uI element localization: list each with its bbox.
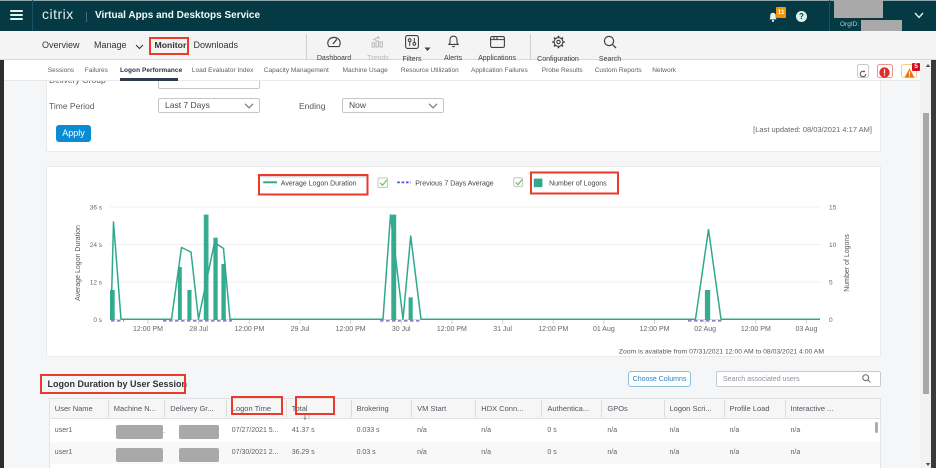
svg-text:12 s: 12 s [90,280,103,287]
svg-text:12:00 PM: 12:00 PM [741,326,771,333]
svg-text:31 Jul: 31 Jul [493,326,512,333]
svg-text:Average Logon Duration: Average Logon Duration [281,181,357,188]
svg-text:Zoom is available from 07/31/2: Zoom is available from 07/31/2021 12:00 … [619,349,825,356]
svg-text:12:00 PM: 12:00 PM [437,326,467,333]
svg-text:15: 15 [829,205,837,212]
svg-text:Number of Logons: Number of Logons [844,234,851,292]
svg-text:02 Aug: 02 Aug [694,326,716,333]
svg-text:03 Aug: 03 Aug [796,326,818,333]
svg-text:29 Jul: 29 Jul [291,326,310,333]
svg-text:Average Logon Duration: Average Logon Duration [75,225,82,301]
svg-text:36 s: 36 s [90,205,103,212]
svg-text:0 s: 0 s [93,317,102,324]
svg-text:12:00 PM: 12:00 PM [133,326,163,333]
svg-text:12:00 PM: 12:00 PM [640,326,670,333]
svg-text:0: 0 [829,317,833,324]
svg-text:30 Jul: 30 Jul [392,326,411,333]
svg-text:12:00 PM: 12:00 PM [538,326,568,333]
svg-text:24 s: 24 s [90,242,103,249]
svg-text:Number of Logons: Number of Logons [549,181,607,188]
svg-text:5: 5 [829,280,833,287]
svg-text:12:00 PM: 12:00 PM [336,326,366,333]
svg-text:12:00 PM: 12:00 PM [234,326,264,333]
svg-text:28 Jul: 28 Jul [189,326,208,333]
svg-text:Previous 7 Days Average: Previous 7 Days Average [415,181,494,188]
svg-text:01 Aug: 01 Aug [593,326,615,333]
svg-text:10: 10 [829,242,837,249]
